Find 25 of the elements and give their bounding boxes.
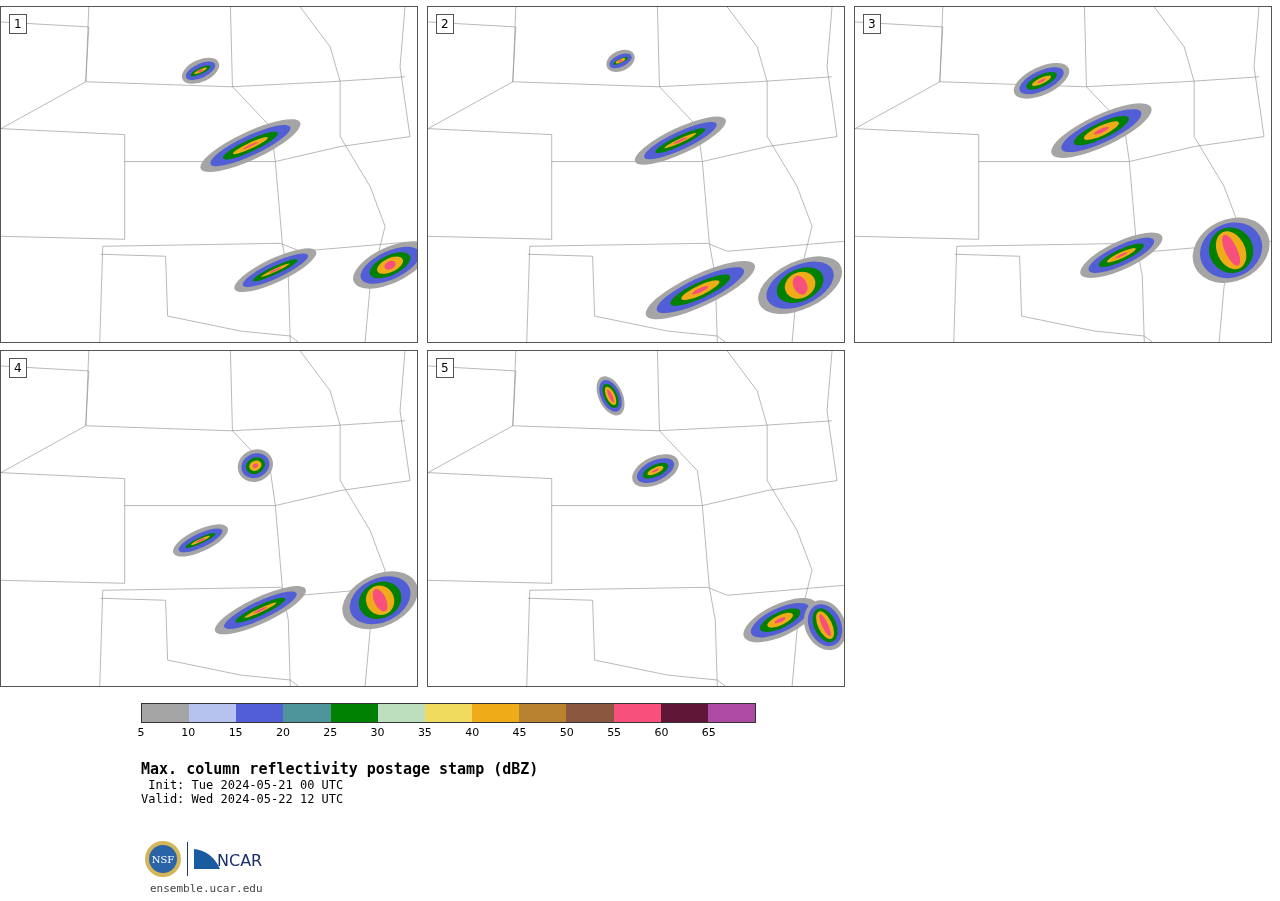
panel-number: 4 (9, 358, 27, 378)
tick-label: 25 (323, 727, 338, 739)
panel-number: 5 (436, 358, 454, 378)
tick-label: 15 (228, 727, 243, 739)
tick-label: 35 (417, 727, 432, 739)
tick-label: 20 (275, 727, 290, 739)
tick-label: 45 (512, 727, 527, 739)
website-url: ensemble.ucar.edu (150, 883, 264, 895)
tick-label: 40 (465, 727, 480, 739)
chart-title: Max. column reflectivity postage stamp (dBZ) (141, 760, 540, 778)
swoosh-logo-icon (194, 849, 220, 869)
tick-label: 30 (370, 727, 385, 739)
logo-text: NCAR (217, 853, 263, 869)
tick-label: 65 (701, 727, 716, 739)
init-time: Init: Tue 2024-05-21 00 UTC (147, 778, 345, 792)
tick-label: 10 (181, 727, 196, 739)
tick-label: 60 (654, 727, 669, 739)
panel-number: 3 (863, 14, 881, 34)
tick-label: 55 (607, 727, 622, 739)
tick-label: 50 (559, 727, 574, 739)
tick-label: 5 (137, 727, 145, 739)
panel-number: 2 (436, 14, 454, 34)
panel-number: 1 (9, 14, 27, 34)
logo-text: NSF (149, 845, 177, 873)
valid-time: Valid: Wed 2024-05-22 12 UTC (141, 792, 345, 806)
